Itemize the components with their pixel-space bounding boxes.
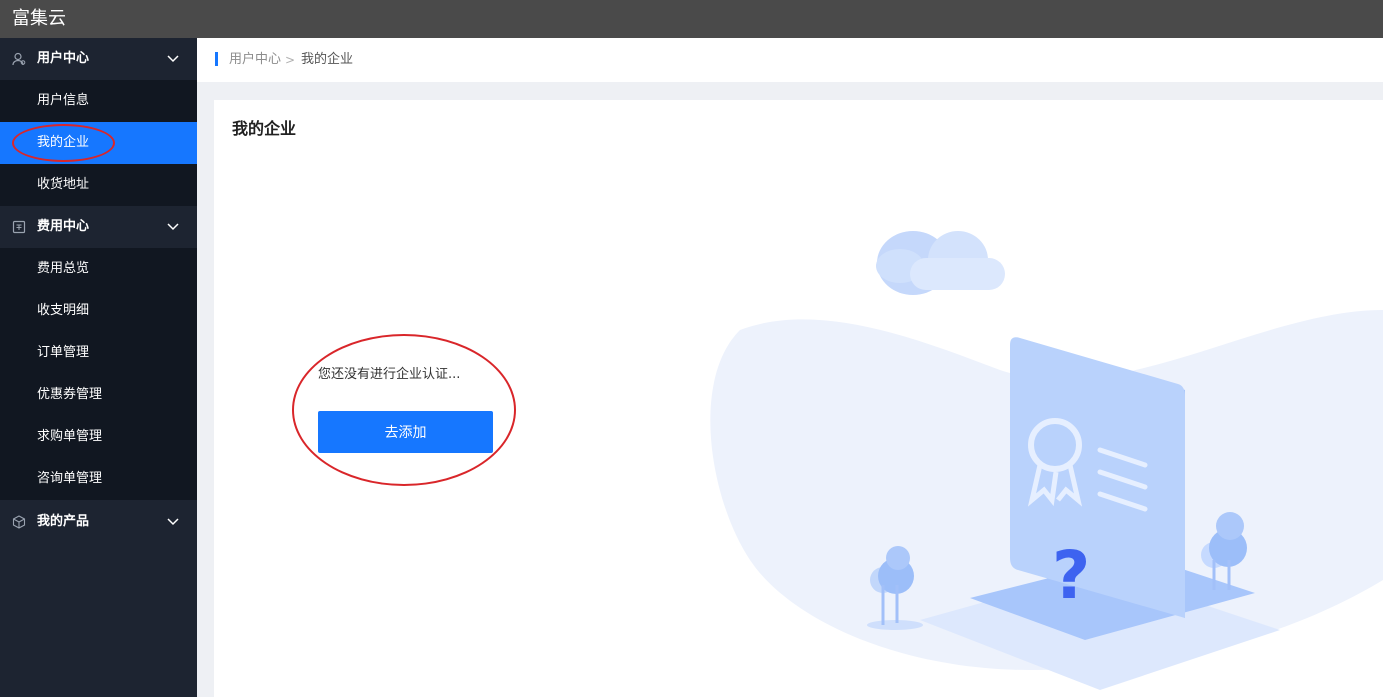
sidebar-item-label: 求购单管理 [37, 429, 103, 444]
sidebar-group-billing-center[interactable]: 费用中心 [0, 206, 197, 248]
sidebar-group-label: 我的产品 [37, 514, 90, 529]
sidebar-group-label: 用户中心 [37, 51, 90, 66]
sidebar-item-purchase-requests[interactable]: 求购单管理 [0, 416, 197, 458]
chevron-down-icon [167, 518, 179, 526]
enterprise-certificate-illustration: ? [710, 231, 1383, 690]
sidebar-item-inquiries[interactable]: 咨询单管理 [0, 458, 197, 500]
sidebar-item-label: 订单管理 [37, 345, 90, 360]
page-title: 我的企业 [232, 119, 297, 138]
sidebar-group-user-center[interactable]: 用户中心 [0, 38, 197, 80]
top-bar: 富集云 [0, 0, 1383, 38]
sidebar-item-label: 费用总览 [37, 261, 90, 276]
sidebar-item-label: 用户信息 [37, 93, 90, 108]
app-title: 富集云 [12, 8, 66, 29]
add-enterprise-button[interactable]: 去添加 [318, 411, 493, 453]
chevron-down-icon [167, 223, 179, 231]
sidebar-item-user-info[interactable]: 用户信息 [0, 80, 197, 122]
cloud-icon [876, 231, 1005, 295]
sidebar-item-transactions[interactable]: 收支明细 [0, 290, 197, 332]
sidebar-item-coupons[interactable]: 优惠券管理 [0, 374, 197, 416]
sidebar-item-orders[interactable]: 订单管理 [0, 332, 197, 374]
sidebar-item-my-enterprise[interactable]: 我的企业 [0, 122, 197, 164]
sidebar: 用户中心 用户信息 我的企业 收货地址 费用中心 费用总览 收支明细 订单管理 … [0, 38, 197, 697]
sidebar-item-shipping-address[interactable]: 收货地址 [0, 164, 197, 206]
question-mark-icon: ? [1052, 537, 1090, 614]
receipt-icon [12, 220, 26, 234]
breadcrumb-item-user-center[interactable]: 用户中心 [229, 51, 281, 69]
cube-icon [12, 515, 26, 529]
empty-state-message: 您还没有进行企业认证... [318, 367, 461, 382]
sidebar-item-label: 优惠券管理 [37, 387, 103, 402]
chevron-down-icon [167, 55, 179, 63]
sidebar-item-label: 咨询单管理 [37, 471, 103, 486]
sidebar-item-label: 收支明细 [37, 303, 90, 318]
sidebar-group-my-products[interactable]: 我的产品 [0, 501, 197, 543]
sidebar-item-label: 收货地址 [37, 177, 90, 192]
breadcrumb: 用户中心 > 我的企业 [197, 38, 1383, 82]
sidebar-item-billing-overview[interactable]: 费用总览 [0, 248, 197, 290]
breadcrumb-separator: > [285, 53, 296, 67]
sidebar-group-label: 费用中心 [37, 219, 90, 234]
user-icon [12, 52, 26, 66]
breadcrumb-item-my-enterprise: 我的企业 [301, 52, 354, 67]
sidebar-item-label: 我的企业 [37, 135, 90, 150]
breadcrumb-accent-bar [215, 52, 218, 66]
